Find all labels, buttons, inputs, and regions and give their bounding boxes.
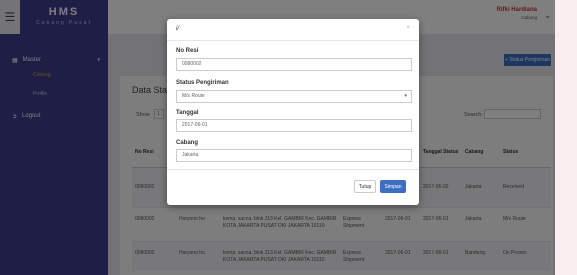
close-icon[interactable]: × [406,25,410,31]
tanggal-label: Tanggal [176,110,199,116]
modal-header: i/ × [167,19,419,41]
modal-footer: Tutup Simpan [167,169,419,205]
no-resi-field[interactable]: 0080002 [176,58,412,71]
no-resi-label: No Resi [176,48,199,54]
tanggal-field[interactable]: 2017-06-01 [176,119,412,132]
chevron-down-icon: ▾ [404,93,407,99]
close-button[interactable]: Tutup [354,180,376,193]
app-window: ☰ HMS Cabang Pusat Rifki Hardiana Cabang… [0,0,555,275]
edit-status-modal: i/ × No Resi 0080002 Status Pengiriman M… [167,19,419,205]
status-select-value: M/s Route [182,93,205,99]
modal-title: i/ [176,26,179,32]
status-label: Status Pengiriman [176,80,229,86]
cabang-label: Cabang [176,140,199,146]
status-select[interactable]: M/s Route ▾ [176,90,412,103]
cabang-field[interactable]: Jakarta [176,149,412,162]
save-button[interactable]: Simpan [380,180,406,193]
page-background-right [555,0,577,275]
